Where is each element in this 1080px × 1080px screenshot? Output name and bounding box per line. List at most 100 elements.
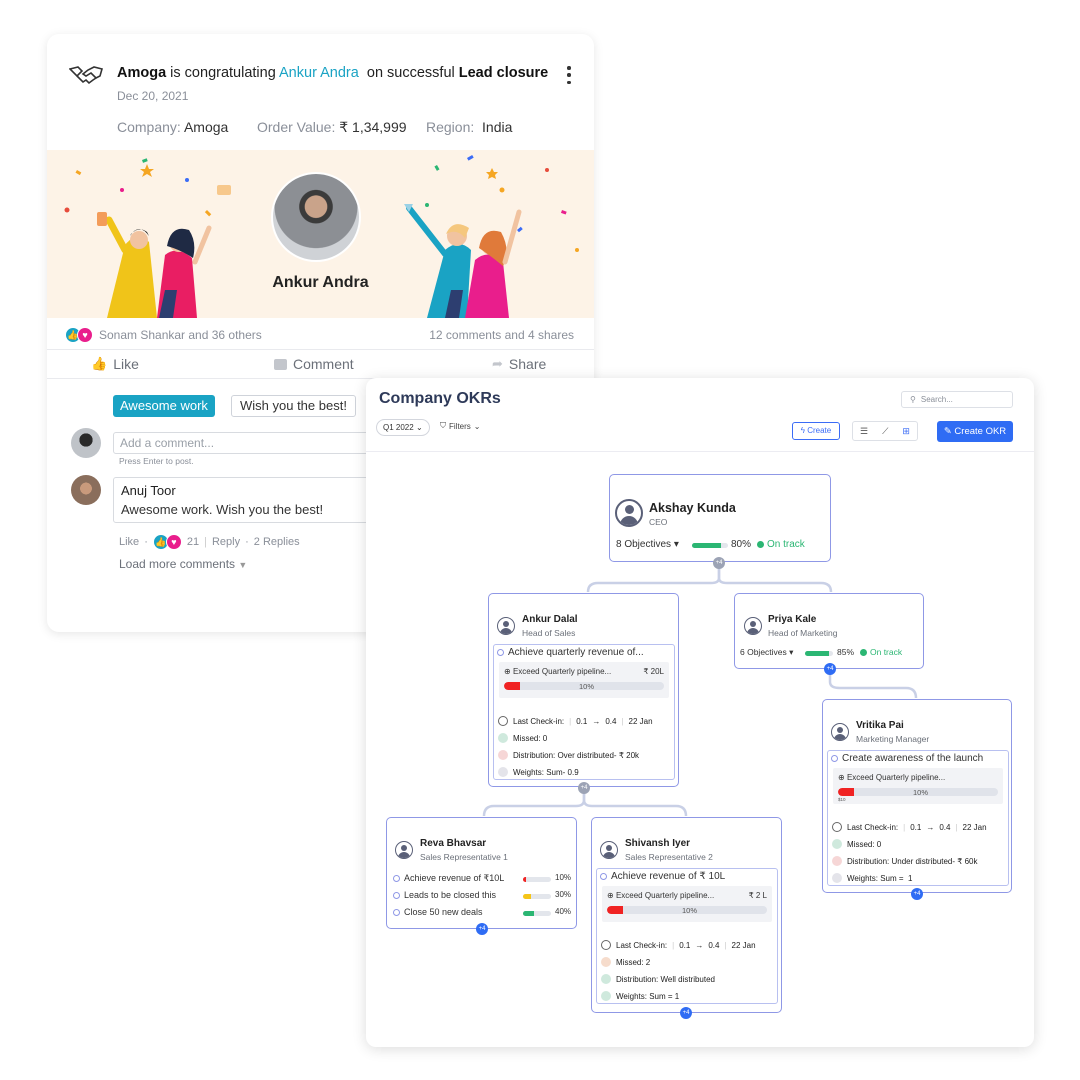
okr-panel: Company OKRs ⚲ Search... Q1 2022 ⌄ ⛉ Filte…: [366, 378, 1034, 1047]
arrow-right-icon: →: [695, 940, 704, 950]
last-checkin: Last Check-in: | 0.1 → 0.4 | 22 Jan: [498, 716, 653, 726]
comment-author[interactable]: Anuj Toor: [121, 483, 405, 498]
post-actor[interactable]: Amoga: [117, 65, 166, 81]
progress-fill: [523, 877, 526, 882]
checkin-from: 0.1: [576, 716, 588, 726]
okr-node-shivansh-iyer[interactable]: Shivansh Iyer Sales Representative 2 Ach…: [591, 817, 782, 1013]
checkin-date: 22 Jan: [628, 716, 653, 726]
share-icon: ➦: [492, 356, 503, 371]
key-result[interactable]: ⊕ Exceed Quarterly pipeline... ₹ 2 L 10%: [602, 886, 772, 922]
distribution-icon: [601, 974, 611, 984]
company-meta: Company: Amoga: [117, 119, 228, 135]
quick-reply-chip[interactable]: Awesome work: [113, 395, 215, 417]
expand-badge[interactable]: +4: [680, 1007, 692, 1019]
person-role: Marketing Manager: [856, 734, 930, 744]
distribution-icon: [832, 856, 842, 866]
info-icon: [601, 940, 611, 950]
objective-title[interactable]: Achieve quarterly revenue of...: [497, 647, 644, 658]
objective-title[interactable]: Create awareness of the launch: [831, 753, 983, 764]
objective-label: Achieve revenue of ₹10L: [404, 873, 505, 883]
like-button[interactable]: 👍 Like: [91, 356, 139, 372]
kr-percent: 10%: [579, 682, 595, 691]
okr-node-priya-kale[interactable]: Priya Kale Head of Marketing 6 Objective…: [734, 593, 924, 669]
avatar-icon: [395, 841, 413, 859]
objective-card: Create awareness of the launch ⊕ Exceed …: [827, 750, 1009, 886]
objectives-dropdown[interactable]: 6 Objectives ▾: [740, 647, 793, 658]
okr-node-reva-bhavsar[interactable]: Reva Bhavsar Sales Representative 1 Achi…: [386, 817, 577, 929]
objective-item[interactable]: Achieve revenue of ₹10L: [393, 873, 504, 884]
up-arrow-icon: ⊕: [838, 773, 845, 782]
separator-dot: ·: [245, 536, 249, 548]
weights: Weights: Sum = 1: [832, 873, 912, 883]
arrow-right-icon: →: [592, 716, 601, 726]
progress-bar: [523, 911, 551, 916]
expand-badge[interactable]: +4: [911, 888, 923, 900]
checkin-to: 0.4: [708, 940, 720, 950]
missed-text: Missed: 2: [616, 957, 651, 967]
distribution-text: Distribution: Over distributed- ₹ 20k: [513, 750, 640, 760]
person-name: Ankur Dalal: [522, 614, 578, 625]
missed-count: Missed: 2: [601, 957, 650, 967]
person-role: Sales Representative 2: [625, 852, 713, 862]
comment-actions: Like · 👍 ♥ 21 | Reply · 2 Replies: [119, 534, 300, 550]
scale-icon: [601, 991, 611, 1001]
replies-link[interactable]: 2 Replies: [254, 536, 300, 548]
post-title-text-2: on successful: [358, 65, 459, 81]
progress-fill: [523, 911, 535, 916]
handshake-icon: [69, 66, 103, 85]
objective-label: Create awareness of the launch: [842, 753, 984, 764]
progress-bar: [692, 543, 728, 548]
region-value: India: [482, 119, 513, 135]
objective-icon: [393, 875, 400, 882]
kr-percent: 10%: [913, 788, 929, 797]
expand-badge[interactable]: +4: [476, 923, 488, 935]
expand-badge[interactable]: +4: [578, 782, 590, 794]
load-more-comments[interactable]: Load more comments ▼: [119, 557, 247, 571]
last-checkin: Last Check-in: | 0.1 → 0.4 | 22 Jan: [601, 940, 756, 950]
reactions-summary[interactable]: 👍 ♥ Sonam Shankar and 36 others: [65, 327, 262, 343]
heart-icon: ♥: [77, 327, 93, 343]
okr-node-akshay-kunda[interactable]: Akshay Kunda CEO 8 Objectives ▾ 80% On t…: [609, 474, 831, 562]
comment-like-link[interactable]: Like: [119, 536, 139, 548]
key-result-label: ⊕ Exceed Quarterly pipeline...: [607, 891, 714, 900]
objective-icon: [600, 873, 607, 880]
person-name: Reva Bhavsar: [420, 838, 487, 849]
distribution: Distribution: Well distributed: [601, 974, 715, 984]
kr-percent: 10%: [682, 906, 698, 915]
company-label: Company:: [117, 119, 181, 135]
objective-card: Achieve revenue of ₹ 10L ⊕ Exceed Quarte…: [596, 868, 778, 1004]
reactions-text: Sonam Shankar and 36 others: [99, 328, 262, 342]
checkin-label: Last Check-in:: [847, 822, 899, 832]
distribution-icon: [498, 750, 508, 760]
okr-node-ankur-dalal[interactable]: Ankur Dalal Head of Sales Achieve quarte…: [488, 593, 679, 787]
like-icon: 👍: [91, 356, 108, 371]
checkin-from: 0.1: [910, 822, 922, 832]
post-date: Dec 20, 2021: [117, 89, 189, 103]
okr-node-vritika-pai[interactable]: Vritika Pai Marketing Manager Create awa…: [822, 699, 1012, 893]
key-result[interactable]: ⊕ Exceed Quarterly pipeline... 10% $10: [833, 768, 1003, 804]
caret-down-icon: ▾: [673, 539, 679, 550]
person-name: Akshay Kunda: [649, 501, 736, 515]
missed-count: Missed: 0: [832, 839, 881, 849]
objective-label: Close 50 new deals: [404, 907, 483, 917]
objective-item[interactable]: Close 50 new deals: [393, 907, 483, 917]
key-result[interactable]: ⊕ Exceed Quarterly pipeline... ₹ 20L 10%: [499, 662, 669, 698]
objective-item[interactable]: Leads to be closed this: [393, 890, 496, 900]
clock-icon: [601, 957, 611, 967]
comment-icon: [274, 358, 287, 370]
expand-badge[interactable]: +4: [713, 557, 725, 569]
comment-button[interactable]: Comment: [274, 356, 354, 372]
post-target-link[interactable]: Ankur Andra: [279, 65, 359, 81]
order-meta: Order Value: ₹ 1,34,999: [257, 119, 407, 136]
person-name: Vritika Pai: [856, 720, 904, 731]
quick-reply-chip[interactable]: Wish you the best!: [231, 395, 356, 417]
objective-title[interactable]: Achieve revenue of ₹ 10L: [600, 871, 725, 882]
more-options-icon[interactable]: [565, 66, 573, 84]
comments-shares-count[interactable]: 12 comments and 4 shares: [429, 328, 574, 342]
press-enter-hint: Press Enter to post.: [119, 456, 194, 466]
reply-link[interactable]: Reply: [212, 536, 240, 548]
arrow-right-icon: →: [926, 822, 935, 832]
objectives-dropdown[interactable]: 8 Objectives ▾: [616, 539, 679, 550]
share-button[interactable]: ➦ Share: [492, 356, 546, 372]
expand-badge[interactable]: +4: [824, 663, 836, 675]
